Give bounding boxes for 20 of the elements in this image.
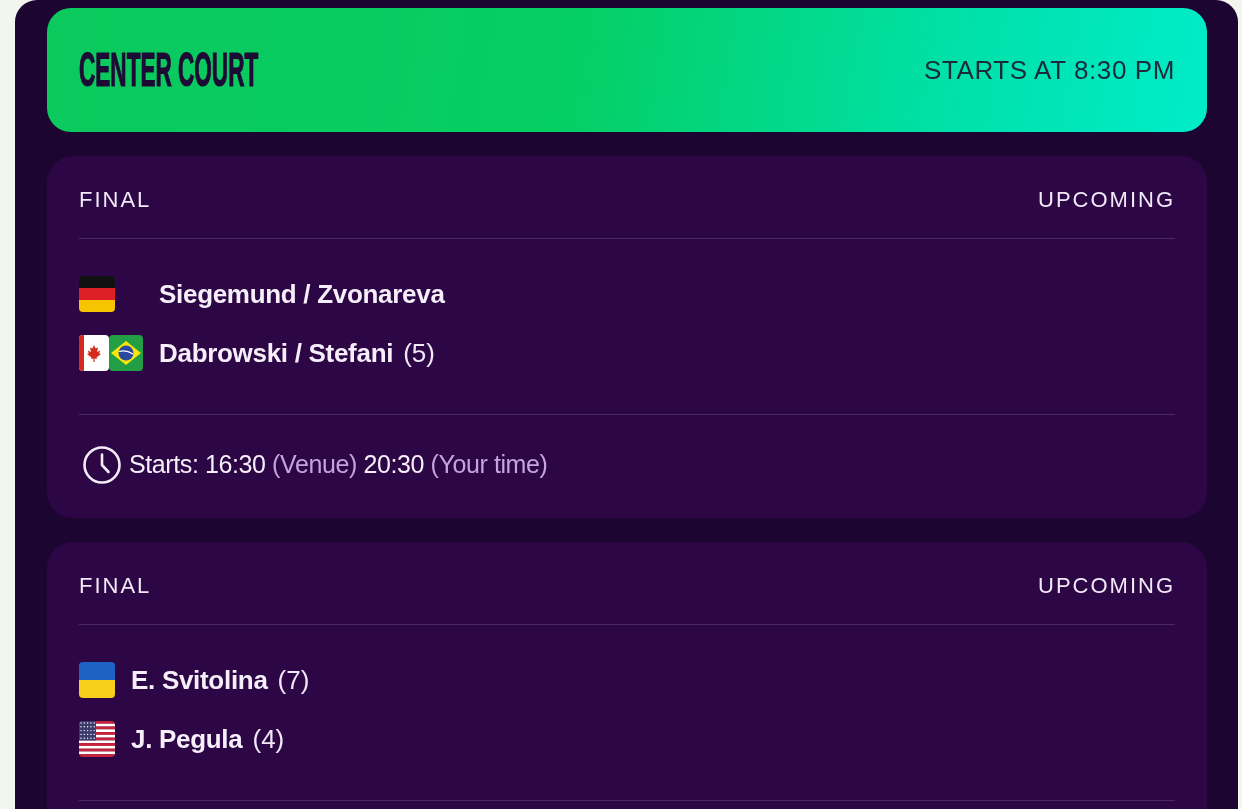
team-name: Dabrowski / Stefani <box>159 337 394 369</box>
start-time-text: Starts: 16:30 (Venue) 20:30 (Your time) <box>129 448 548 480</box>
usa-flag-icon <box>79 721 115 757</box>
seed-text: (5) <box>403 337 435 369</box>
seed-text: (7) <box>277 664 310 696</box>
team-name: Siegemund / Zvonareva <box>159 278 445 310</box>
status-label: UPCOMING <box>1038 186 1175 214</box>
brazil-flag-icon <box>109 335 143 371</box>
team-name: E. Svitolina <box>131 664 268 696</box>
ukraine-flag-icon <box>79 662 115 698</box>
round-label: FINAL <box>79 186 152 214</box>
seed-text: (4) <box>252 723 285 755</box>
start-time-text: STARTS AT 8:30 PM <box>923 53 1175 87</box>
germany-flag-icon <box>79 276 115 312</box>
canada-flag-icon <box>79 335 109 371</box>
team-name: J. Pegula <box>131 723 243 755</box>
status-label: UPCOMING <box>1038 572 1175 600</box>
court-title: CENTER COURT <box>79 46 259 94</box>
clock-icon <box>83 445 121 484</box>
round-label: FINAL <box>79 572 152 600</box>
